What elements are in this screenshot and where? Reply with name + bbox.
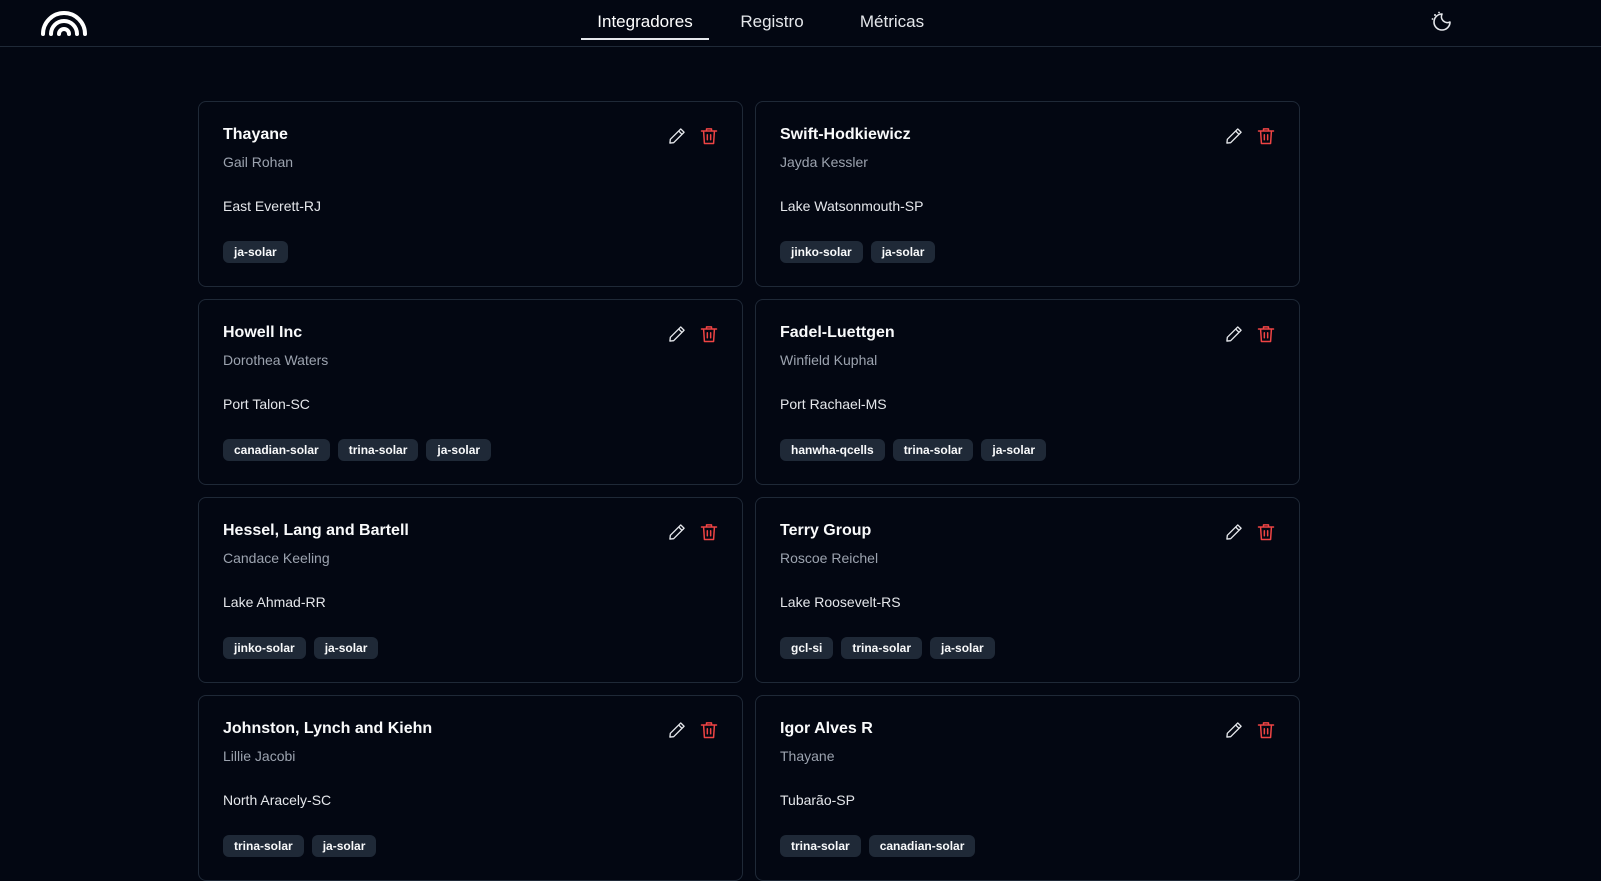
integrator-card: Swift-Hodkiewicz Jayda Kessler Lake Wats… bbox=[755, 101, 1300, 287]
brand-tag[interactable]: canadian-solar bbox=[868, 835, 976, 857]
integrator-location: Lake Ahmad-RR bbox=[223, 594, 326, 610]
edit-icon[interactable] bbox=[1224, 126, 1244, 146]
trash-icon[interactable] bbox=[699, 522, 719, 542]
integrator-card: Terry Group Roscoe Reichel Lake Roosevel… bbox=[755, 497, 1300, 683]
active-tab-indicator bbox=[581, 38, 709, 40]
integrator-name: Howell Inc bbox=[223, 324, 303, 341]
edit-icon[interactable] bbox=[1224, 324, 1244, 344]
edit-icon[interactable] bbox=[667, 126, 687, 146]
brand-tags: trina-solar ja-solar bbox=[223, 835, 377, 857]
edit-icon[interactable] bbox=[1224, 522, 1244, 542]
integrator-contact: Winfield Kuphal bbox=[780, 352, 878, 368]
trash-icon[interactable] bbox=[1256, 324, 1276, 344]
brand-tags: hanwha-qcells trina-solar ja-solar bbox=[780, 439, 1047, 461]
theme-toggle-icon[interactable] bbox=[1430, 10, 1454, 34]
integrator-card: Igor Alves R Thayane Tubarão-SP trina-so… bbox=[755, 695, 1300, 881]
integrator-card: Thayane Gail Rohan East Everett-RJ ja-so… bbox=[198, 101, 743, 287]
brand-tags: gcl-si trina-solar ja-solar bbox=[780, 637, 995, 659]
brand-tag[interactable]: trina-solar bbox=[892, 439, 974, 461]
brand-tags: canadian-solar trina-solar ja-solar bbox=[223, 439, 492, 461]
brand-tag[interactable]: gcl-si bbox=[780, 637, 834, 659]
edit-icon[interactable] bbox=[667, 720, 687, 740]
brand-tag[interactable]: ja-solar bbox=[981, 439, 1047, 461]
integrator-name: Fadel-Luettgen bbox=[780, 324, 895, 341]
tab-integradores[interactable]: Integradores bbox=[581, 12, 709, 40]
trash-icon[interactable] bbox=[1256, 720, 1276, 740]
edit-icon[interactable] bbox=[667, 522, 687, 542]
integrator-contact: Lillie Jacobi bbox=[223, 748, 296, 764]
brand-tags: trina-solar canadian-solar bbox=[780, 835, 976, 857]
brand-tag[interactable]: ja-solar bbox=[311, 835, 377, 857]
integrator-contact: Thayane bbox=[780, 748, 835, 764]
integrator-contact: Dorothea Waters bbox=[223, 352, 329, 368]
brand-tag[interactable]: jinko-solar bbox=[780, 241, 863, 263]
brand-tag[interactable]: ja-solar bbox=[930, 637, 995, 659]
integrator-name: Terry Group bbox=[780, 522, 872, 539]
trash-icon[interactable] bbox=[699, 126, 719, 146]
tab-registro[interactable]: Registro bbox=[733, 12, 811, 40]
integrator-location: Port Rachael-MS bbox=[780, 396, 887, 412]
integrator-name: Hessel, Lang and Bartell bbox=[223, 522, 409, 539]
integrator-contact: Roscoe Reichel bbox=[780, 550, 879, 566]
brand-tag[interactable]: ja-solar bbox=[223, 241, 288, 263]
integrator-location: East Everett-RJ bbox=[223, 198, 322, 214]
brand-tag[interactable]: trina-solar bbox=[841, 637, 923, 659]
brand-tags: jinko-solar ja-solar bbox=[780, 241, 936, 263]
integrator-name: Johnston, Lynch and Kiehn bbox=[223, 720, 433, 737]
integrator-name: Thayane bbox=[223, 126, 288, 143]
brand-tag[interactable]: ja-solar bbox=[426, 439, 492, 461]
brand-tag[interactable]: trina-solar bbox=[223, 835, 304, 857]
brand-tags: ja-solar bbox=[223, 241, 288, 263]
integrator-card: Howell Inc Dorothea Waters Port Talon-SC… bbox=[198, 299, 743, 485]
integrator-location: North Aracely-SC bbox=[223, 792, 332, 808]
integrator-card: Johnston, Lynch and Kiehn Lillie Jacobi … bbox=[198, 695, 743, 881]
integrator-location: Tubarão-SP bbox=[780, 792, 855, 808]
trash-icon[interactable] bbox=[1256, 522, 1276, 542]
brand-tag[interactable]: trina-solar bbox=[337, 439, 419, 461]
trash-icon[interactable] bbox=[1256, 126, 1276, 146]
edit-icon[interactable] bbox=[667, 324, 687, 344]
brand-tag[interactable]: ja-solar bbox=[313, 637, 379, 659]
integrator-location: Port Talon-SC bbox=[223, 396, 310, 412]
brand-tag[interactable]: hanwha-qcells bbox=[780, 439, 885, 461]
integrator-contact: Jayda Kessler bbox=[780, 154, 868, 170]
trash-icon[interactable] bbox=[699, 720, 719, 740]
brand-tags: jinko-solar ja-solar bbox=[223, 637, 379, 659]
brand-tag[interactable]: canadian-solar bbox=[223, 439, 330, 461]
tab-metricas[interactable]: Métricas bbox=[846, 12, 938, 40]
integrator-card: Hessel, Lang and Bartell Candace Keeling… bbox=[198, 497, 743, 683]
brand-tag[interactable]: trina-solar bbox=[780, 835, 861, 857]
top-navigation-bar: Integradores Registro Métricas bbox=[0, 0, 1601, 47]
integrator-card: Fadel-Luettgen Winfield Kuphal Port Rach… bbox=[755, 299, 1300, 485]
integrator-name: Swift-Hodkiewicz bbox=[780, 126, 911, 143]
integrator-contact: Gail Rohan bbox=[223, 154, 294, 170]
integrator-location: Lake Roosevelt-RS bbox=[780, 594, 901, 610]
integrator-contact: Candace Keeling bbox=[223, 550, 330, 566]
main-nav: Integradores Registro Métricas bbox=[0, 0, 1601, 46]
brand-tag[interactable]: ja-solar bbox=[870, 241, 936, 263]
brand-tag[interactable]: jinko-solar bbox=[223, 637, 306, 659]
trash-icon[interactable] bbox=[699, 324, 719, 344]
edit-icon[interactable] bbox=[1224, 720, 1244, 740]
integrator-location: Lake Watsonmouth-SP bbox=[780, 198, 924, 214]
integrator-name: Igor Alves R bbox=[780, 720, 873, 737]
